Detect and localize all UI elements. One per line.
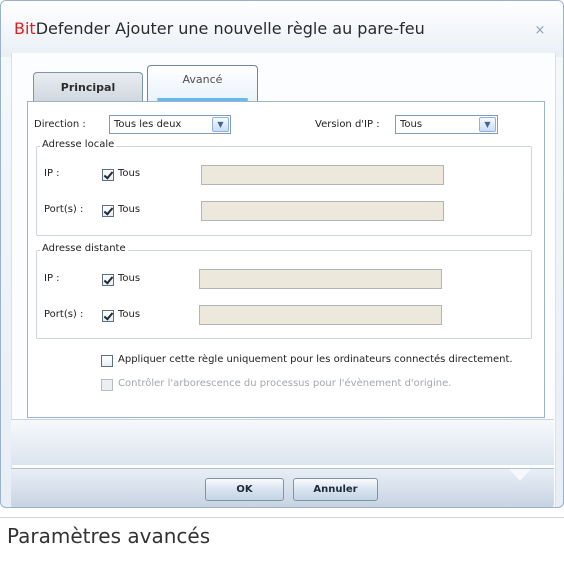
brand-prefix: Bit: [14, 19, 36, 38]
remote-address-title: Adresse distante: [40, 243, 128, 254]
brand-suffix: Defender: [35, 19, 111, 38]
ok-button[interactable]: OK: [205, 478, 284, 501]
dialog-title-bar: BitDefender Ajouter une nouvelle règle a…: [1, 1, 563, 57]
control-process-tree-label: Contrôler l'arborescence du processus po…: [118, 378, 452, 389]
local-ip-label: IP :: [44, 168, 60, 179]
local-ports-all-label: Tous: [118, 204, 141, 215]
local-ip-all-checkbox[interactable]: [102, 169, 114, 181]
direction-select[interactable]: Tous les deux ▼: [109, 115, 231, 134]
remote-ip-input[interactable]: [199, 269, 442, 289]
local-address-group: Adresse locale IP : Tous Port(s) : Tous: [36, 139, 532, 236]
local-ip-all-label: Tous: [118, 168, 141, 179]
remote-ports-input[interactable]: [199, 305, 442, 325]
direction-label: Direction :: [34, 119, 86, 130]
control-process-tree-checkbox: [101, 379, 113, 391]
local-ip-input[interactable]: [201, 165, 444, 185]
dialog-title-text: Ajouter une nouvelle règle au pare-feu: [110, 19, 425, 38]
figure-caption: Paramètres avancés: [7, 524, 211, 548]
caption-divider: [0, 517, 564, 518]
apply-direct-checkbox[interactable]: [101, 355, 113, 367]
advanced-settings-panel: Direction : Tous les deux ▼ Version d'IP…: [27, 101, 545, 418]
remote-ip-all-label: Tous: [118, 273, 141, 284]
remote-ports-all-label: Tous: [118, 309, 141, 320]
remote-ports-all-checkbox[interactable]: [102, 310, 114, 322]
tab-avance[interactable]: Avancé: [147, 65, 258, 101]
firewall-rule-dialog: BitDefender Ajouter une nouvelle règle a…: [0, 0, 564, 508]
tab-avance-label: Avancé: [182, 73, 223, 86]
remote-address-group: Adresse distante IP : Tous Port(s) : Tou…: [36, 243, 532, 339]
local-ports-input[interactable]: [201, 201, 444, 221]
dialog-title: BitDefender Ajouter une nouvelle règle a…: [14, 19, 425, 38]
remote-ip-all-checkbox[interactable]: [102, 274, 114, 286]
dialog-bottom-band: [11, 419, 554, 465]
tab-principal[interactable]: Principal: [33, 72, 143, 102]
dialog-footer: OK Annuler: [11, 468, 554, 507]
chevron-down-icon: ▼: [212, 117, 229, 132]
apply-direct-label: Appliquer cette règle uniquement pour le…: [118, 354, 513, 365]
ip-version-label: Version d'IP :: [315, 119, 380, 130]
footer-notch: [509, 469, 531, 481]
ip-version-select[interactable]: Tous ▼: [395, 115, 498, 134]
remote-ports-label: Port(s) :: [44, 309, 84, 320]
cancel-button[interactable]: Annuler: [293, 478, 378, 501]
remote-ip-label: IP :: [44, 273, 60, 284]
close-icon[interactable]: ×: [533, 24, 547, 38]
direction-value: Tous les deux: [114, 119, 182, 130]
screenshot-page: BitDefender Ajouter une nouvelle règle a…: [0, 0, 564, 563]
chevron-down-icon: ▼: [479, 117, 496, 132]
local-address-title: Adresse locale: [40, 139, 117, 150]
ip-version-value: Tous: [400, 119, 423, 130]
local-ports-all-checkbox[interactable]: [102, 205, 114, 217]
local-ports-label: Port(s) :: [44, 204, 84, 215]
